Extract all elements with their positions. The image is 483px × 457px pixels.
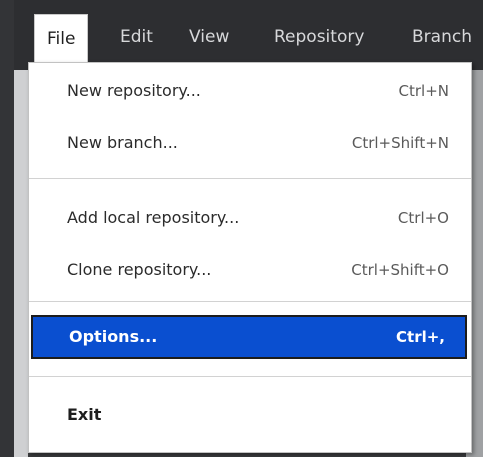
menu-item-shortcut: Ctrl+, <box>396 328 445 346</box>
menu-file[interactable]: File <box>34 14 89 63</box>
menu-item-shortcut: Ctrl+Shift+N <box>351 134 449 152</box>
menu-item-label: New repository... <box>67 81 201 100</box>
menu-item-options[interactable]: Options... Ctrl+, <box>31 315 467 359</box>
menu-item-shortcut: Ctrl+Shift+O <box>351 261 449 279</box>
menu-item-clone-repository[interactable]: Clone repository... Ctrl+Shift+O <box>29 248 471 292</box>
menu-repository[interactable]: Repository <box>274 25 364 49</box>
screen: File Edit View Repository Branch New rep… <box>0 0 483 457</box>
menu-item-new-branch[interactable]: New branch... Ctrl+Shift+N <box>29 121 471 165</box>
app-background <box>14 70 28 457</box>
menu-item-shortcut: Ctrl+O <box>397 209 449 227</box>
menu-item-label: New branch... <box>67 133 178 152</box>
window-frame <box>0 0 14 457</box>
menu-divider <box>29 301 471 302</box>
menu-divider <box>29 376 471 377</box>
menu-item-shortcut: Ctrl+N <box>398 82 449 100</box>
file-dropdown-menu: New repository... Ctrl+N New branch... C… <box>28 62 472 453</box>
menu-item-label: Clone repository... <box>67 260 212 279</box>
menu-item-label: Options... <box>69 327 158 346</box>
menu-view[interactable]: View <box>189 25 229 49</box>
menu-branch[interactable]: Branch <box>412 25 472 49</box>
menu-item-label: Add local repository... <box>67 208 240 227</box>
menu-divider <box>29 178 471 179</box>
menu-item-label: Exit <box>67 405 102 424</box>
menu-item-exit[interactable]: Exit <box>29 393 471 437</box>
menu-item-add-local-repository[interactable]: Add local repository... Ctrl+O <box>29 196 471 240</box>
menu-edit[interactable]: Edit <box>120 25 153 49</box>
menu-bar: File Edit View Repository Branch <box>14 0 483 70</box>
menu-item-new-repository[interactable]: New repository... Ctrl+N <box>29 69 471 113</box>
